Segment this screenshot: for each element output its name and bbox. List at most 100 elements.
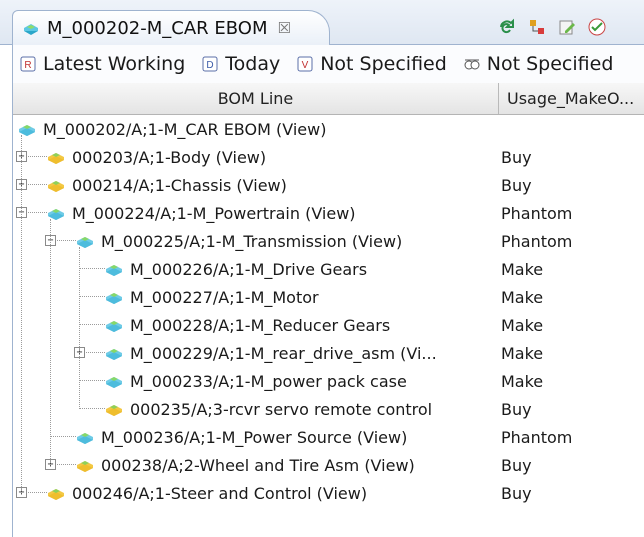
bom-line-cell[interactable]: M_000233/A;1-M_power pack case [104,367,407,395]
bom-line-cell[interactable]: M_000202/A;1-M_CAR EBOM (View) [17,115,326,143]
table-row[interactable]: M_000226/A;1-M_Drive Gears Make [13,255,644,283]
usage-cell: Phantom [501,427,573,447]
usage-cell: Buy [501,483,532,503]
tree-connector [79,268,105,269]
table-row[interactable]: +000214/A;1-Chassis (View) Buy [13,171,644,199]
usage-cell: Buy [501,455,532,475]
bom-line-cell[interactable]: 000214/A;1-Chassis (View) [46,171,287,199]
part-icon [48,489,64,500]
tree-connector [50,219,51,465]
check-icon [588,18,606,36]
table-row[interactable]: − M_000225/A;1-M_Transmission (View) Phant… [13,227,644,255]
column-header-bom-line[interactable]: BOM Line [13,83,499,114]
effectivity-icon [464,59,480,70]
effectivity-rule[interactable]: Not Specified [457,53,614,75]
usage-cell: Buy [501,399,532,419]
structure-icon [530,20,544,34]
bom-line-cell[interactable]: M_000236/A;1-M_Power Source (View) [75,423,407,451]
bom-line-label: M_000227/A;1-M_Motor [130,287,319,307]
refresh-icon [500,18,514,34]
revision-rule[interactable]: R Latest Working [13,53,185,75]
assembly-icon [106,377,122,388]
table-row[interactable]: +000238/A;2-Wheel and Tire Asm (View) Buy [13,451,644,479]
bom-line-cell[interactable]: M_000229/A;1-M_rear_drive_asm (Vi... [104,339,437,367]
structure-manager-view: M_000202-M_CAR EBOM ☒ R Latest Working D [0,0,644,537]
table-row[interactable]: 000235/A;3-rcvr servo remote control Buy [13,395,644,423]
table-row[interactable]: +000246/A;1-Steer and Control (View) Buy [13,479,644,507]
bom-line-cell[interactable]: 000235/A;3-rcvr servo remote control [104,395,432,423]
bom-line-label: M_000226/A;1-M_Drive Gears [130,259,368,279]
usage-cell: Make [501,371,544,391]
tree-connector [79,408,105,409]
effectivity-rule-label: Not Specified [486,53,614,75]
svg-text:V: V [302,60,309,71]
table-row[interactable]: − M_000224/A;1-M_Powertrain (View) Phantom [13,199,644,227]
date-rule-label: Today [225,53,281,75]
table-header: BOM Line Usage_MakeO... [13,83,644,115]
bom-line-cell[interactable]: M_000226/A;1-M_Drive Gears [104,255,367,283]
revision-rule-icon: R [20,56,36,72]
view-toolbar [496,16,608,38]
structure-button[interactable] [526,16,548,38]
table-row[interactable]: M_000227/A;1-M_Motor Make [13,283,644,311]
bom-line-label: 000238/A;2-Wheel and Tire Asm (View) [101,455,415,475]
variant-rule[interactable]: V Not Specified [290,53,447,75]
check-button[interactable] [586,16,608,38]
assembly-icon [77,237,93,248]
usage-cell: Phantom [501,203,573,223]
bom-editor-tab[interactable]: M_000202-M_CAR EBOM ☒ [12,10,330,45]
bom-line-label: M_000236/A;1-M_Power Source (View) [101,427,408,447]
usage-cell: Buy [501,147,532,167]
bom-line-label: 000203/A;1-Body (View) [72,147,267,167]
table-row[interactable]: M_000228/A;1-M_Reducer Gears Make [13,311,644,339]
usage-cell: Make [501,343,544,363]
table-row[interactable]: M_000202/A;1-M_CAR EBOM (View) [13,115,644,143]
assembly-icon [77,433,93,444]
bom-line-cell[interactable]: 000238/A;2-Wheel and Tire Asm (View) [75,451,415,479]
bom-line-cell[interactable]: M_000228/A;1-M_Reducer Gears [104,311,390,339]
bom-line-label: M_000233/A;1-M_power pack case [130,371,407,391]
close-tab-icon[interactable]: ☒ [277,19,290,37]
tree-connector [21,135,22,493]
tree-connector [79,324,105,325]
refresh-button[interactable] [496,16,518,38]
bom-line-label: 000246/A;1-Steer and Control (View) [72,483,368,503]
column-header-usage[interactable]: Usage_MakeO... [499,83,644,114]
assembly-icon [19,125,35,136]
bom-line-label: M_000228/A;1-M_Reducer Gears [130,315,391,335]
bom-line-label: M_000224/A;1-M_Powertrain (View) [72,203,356,223]
editor-tab-strip: M_000202-M_CAR EBOM ☒ [0,0,644,45]
revision-rule-label: Latest Working [43,53,186,75]
svg-text:D: D [207,60,214,71]
assembly-icon [106,293,122,304]
bom-line-cell[interactable]: 000246/A;1-Steer and Control (View) [46,479,367,507]
bom-table: BOM Line Usage_MakeO... M_000202/A;1-M_C… [12,83,644,537]
tree-connector [50,436,76,437]
tree-connector [79,296,105,297]
bom-line-cell[interactable]: M_000227/A;1-M_Motor [104,283,319,311]
date-rule[interactable]: D Today [195,53,280,75]
usage-cell: Make [501,259,544,279]
date-rule-icon: D [202,56,218,72]
tab-title: M_000202-M_CAR EBOM [47,17,268,39]
assembly-icon [106,321,122,332]
bom-line-label: 000235/A;3-rcvr servo remote control [130,399,433,419]
usage-cell: Make [501,315,544,335]
table-row[interactable]: M_000236/A;1-M_Power Source (View) Phanto… [13,423,644,451]
assembly-icon [106,265,122,276]
variant-rule-icon: V [297,56,313,72]
bom-line-cell[interactable]: M_000225/A;1-M_Transmission (View) [75,227,402,255]
table-row[interactable]: M_000233/A;1-M_power pack case Make [13,367,644,395]
bom-line-cell[interactable]: 000203/A;1-Body (View) [46,143,266,171]
table-row[interactable]: + M_000229/A;1-M_rear_drive_asm (Vi... Mak… [13,339,644,367]
bom-line-label: M_000225/A;1-M_Transmission (View) [101,231,403,251]
table-row[interactable]: +000203/A;1-Body (View) Buy [13,143,644,171]
bom-line-label: M_000229/A;1-M_rear_drive_asm (Vi... [130,343,437,363]
assembly-icon [24,24,38,35]
bom-line-label: 000214/A;1-Chassis (View) [72,175,287,195]
part-icon [106,405,122,416]
usage-cell: Make [501,287,544,307]
usage-cell: Phantom [501,231,573,251]
edit-button[interactable] [556,16,578,38]
bom-line-cell[interactable]: M_000224/A;1-M_Powertrain (View) [46,199,356,227]
